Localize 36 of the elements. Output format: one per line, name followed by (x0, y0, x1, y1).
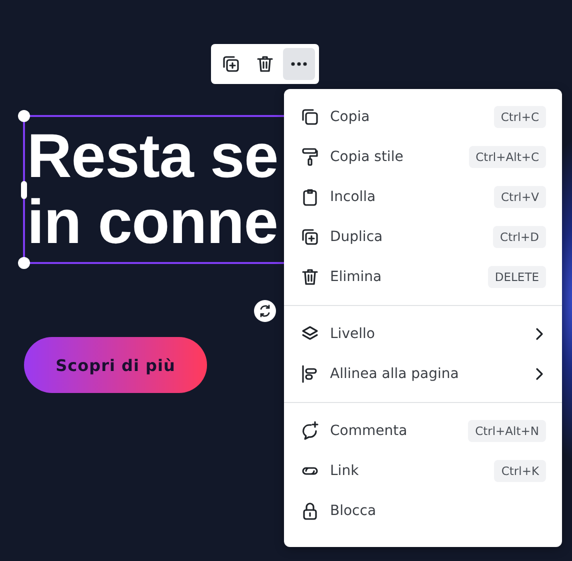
add-comment-icon (300, 421, 320, 441)
menu-item[interactable]: Livello (330, 326, 522, 342)
menu-item[interactable]: Link (330, 463, 484, 479)
menu-item[interactable]: Allinea alla pagina (330, 366, 522, 382)
paint-roller-icon (300, 147, 320, 167)
shortcut-key: DELETE (488, 266, 546, 288)
trash-icon (300, 267, 320, 287)
shortcut-key: Ctrl+K (494, 460, 546, 482)
more-icon (291, 62, 307, 66)
shortcut-key: Ctrl+C (494, 106, 546, 128)
resize-handle[interactable] (21, 181, 27, 199)
rotate-icon (258, 304, 272, 318)
duplicate-icon (221, 54, 241, 74)
copy-icon (300, 107, 320, 127)
rotate-handle[interactable] (254, 300, 276, 322)
menu-item[interactable]: Elimina (330, 269, 478, 285)
trash-icon (255, 54, 275, 74)
shortcut-key: Ctrl+Alt+C (468, 146, 546, 168)
headline-text: in conne (26, 190, 279, 256)
shortcut-key: Ctrl+Alt+N (468, 420, 546, 442)
menu-item[interactable]: Blocca (330, 503, 546, 519)
menu-item[interactable]: Incolla (330, 189, 484, 205)
duplicate-icon (300, 227, 320, 247)
shortcut-key: Ctrl+D (493, 226, 546, 248)
menu-item[interactable]: Copia stile (330, 149, 459, 165)
headline-text: Resta se (26, 124, 280, 190)
lock-icon (300, 501, 320, 521)
clipboard-icon (300, 187, 320, 207)
cta-button[interactable]: Scopri di più (24, 337, 207, 393)
shortcut-key: Ctrl+V (494, 186, 546, 208)
more-button[interactable] (283, 48, 315, 80)
menu-item[interactable]: Commenta (330, 423, 458, 439)
menu-item[interactable]: Duplica (330, 229, 484, 245)
menu-item[interactable]: Copia (330, 109, 484, 125)
resize-handle[interactable] (18, 257, 30, 269)
resize-handle[interactable] (18, 110, 30, 122)
